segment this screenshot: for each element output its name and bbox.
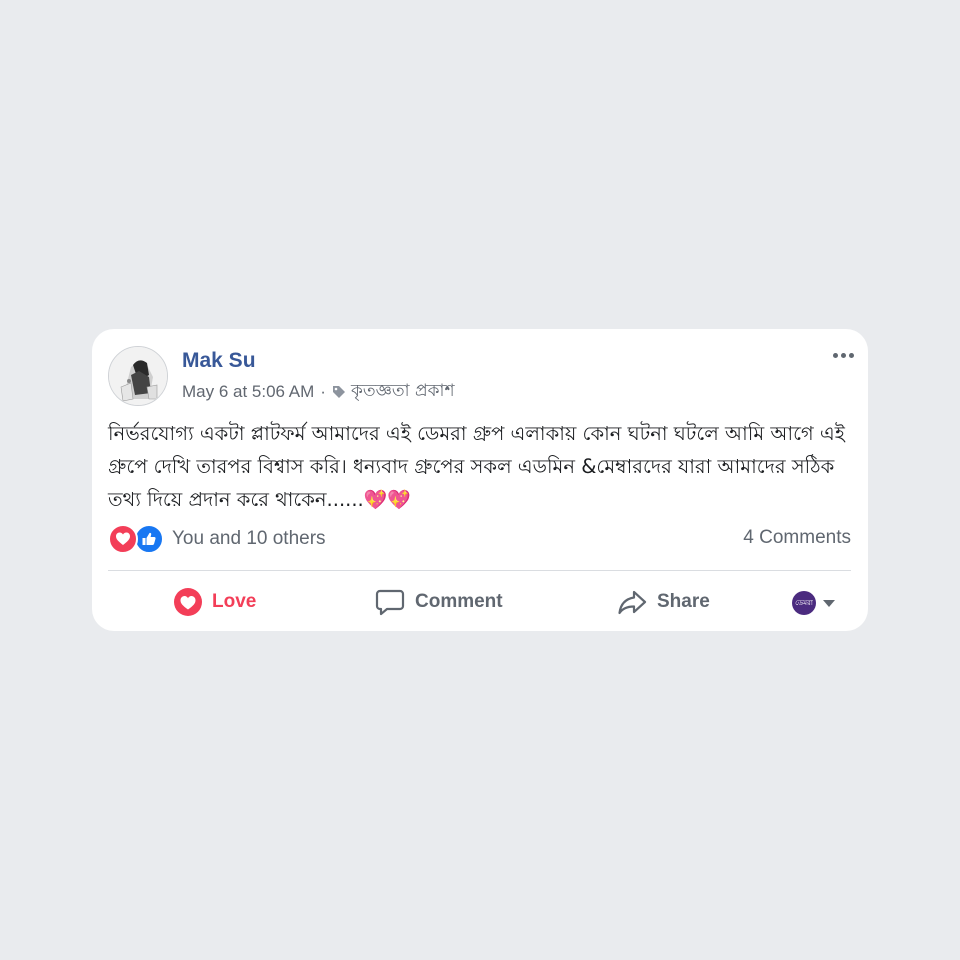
share-button-label: Share bbox=[657, 591, 710, 612]
reaction-count-text[interactable]: You and 10 others bbox=[172, 528, 326, 550]
share-icon bbox=[617, 588, 647, 616]
love-button-label: Love bbox=[212, 591, 257, 612]
meta-separator: · bbox=[320, 382, 326, 401]
post-meta: May 6 at 5:06 AM · কৃতজ্ঞতা প্রকাশ bbox=[182, 381, 455, 403]
post-card: Mak Su May 6 at 5:06 AM · কৃতজ্ঞতা প্রকা… bbox=[92, 329, 868, 631]
author-avatar[interactable] bbox=[108, 346, 168, 406]
heart-emoji: 💖💖 bbox=[363, 489, 412, 511]
tag-icon bbox=[332, 385, 346, 399]
comment-button[interactable]: Comment bbox=[375, 585, 503, 619]
love-button[interactable]: Love bbox=[174, 585, 256, 619]
post-body: নির্ভরযোগ্য একটা প্লাটফর্ম আমাদের এই ডেম… bbox=[108, 417, 853, 517]
chevron-down-icon bbox=[823, 599, 835, 607]
like-icon bbox=[134, 524, 164, 554]
post-text: নির্ভরযোগ্য একটা প্লাটফর্ম আমাদের এই ডেম… bbox=[108, 422, 845, 511]
love-icon bbox=[108, 524, 138, 554]
page-avatar: ডেমরা bbox=[792, 591, 816, 615]
post-timestamp[interactable]: May 6 at 5:06 AM bbox=[182, 382, 314, 402]
divider bbox=[108, 570, 851, 571]
comments-count[interactable]: 4 Comments bbox=[743, 527, 851, 549]
love-button-icon bbox=[174, 588, 202, 616]
post-topic[interactable]: কৃতজ্ঞতা প্রকাশ bbox=[351, 378, 455, 406]
more-options-icon[interactable] bbox=[828, 347, 858, 363]
comment-button-label: Comment bbox=[415, 591, 503, 612]
author-name[interactable]: Mak Su bbox=[182, 349, 256, 373]
reactions-summary[interactable]: You and 10 others bbox=[108, 524, 326, 554]
comment-icon bbox=[375, 588, 405, 616]
page-selector[interactable]: ডেমরা bbox=[792, 591, 835, 615]
share-button[interactable]: Share bbox=[617, 585, 710, 619]
